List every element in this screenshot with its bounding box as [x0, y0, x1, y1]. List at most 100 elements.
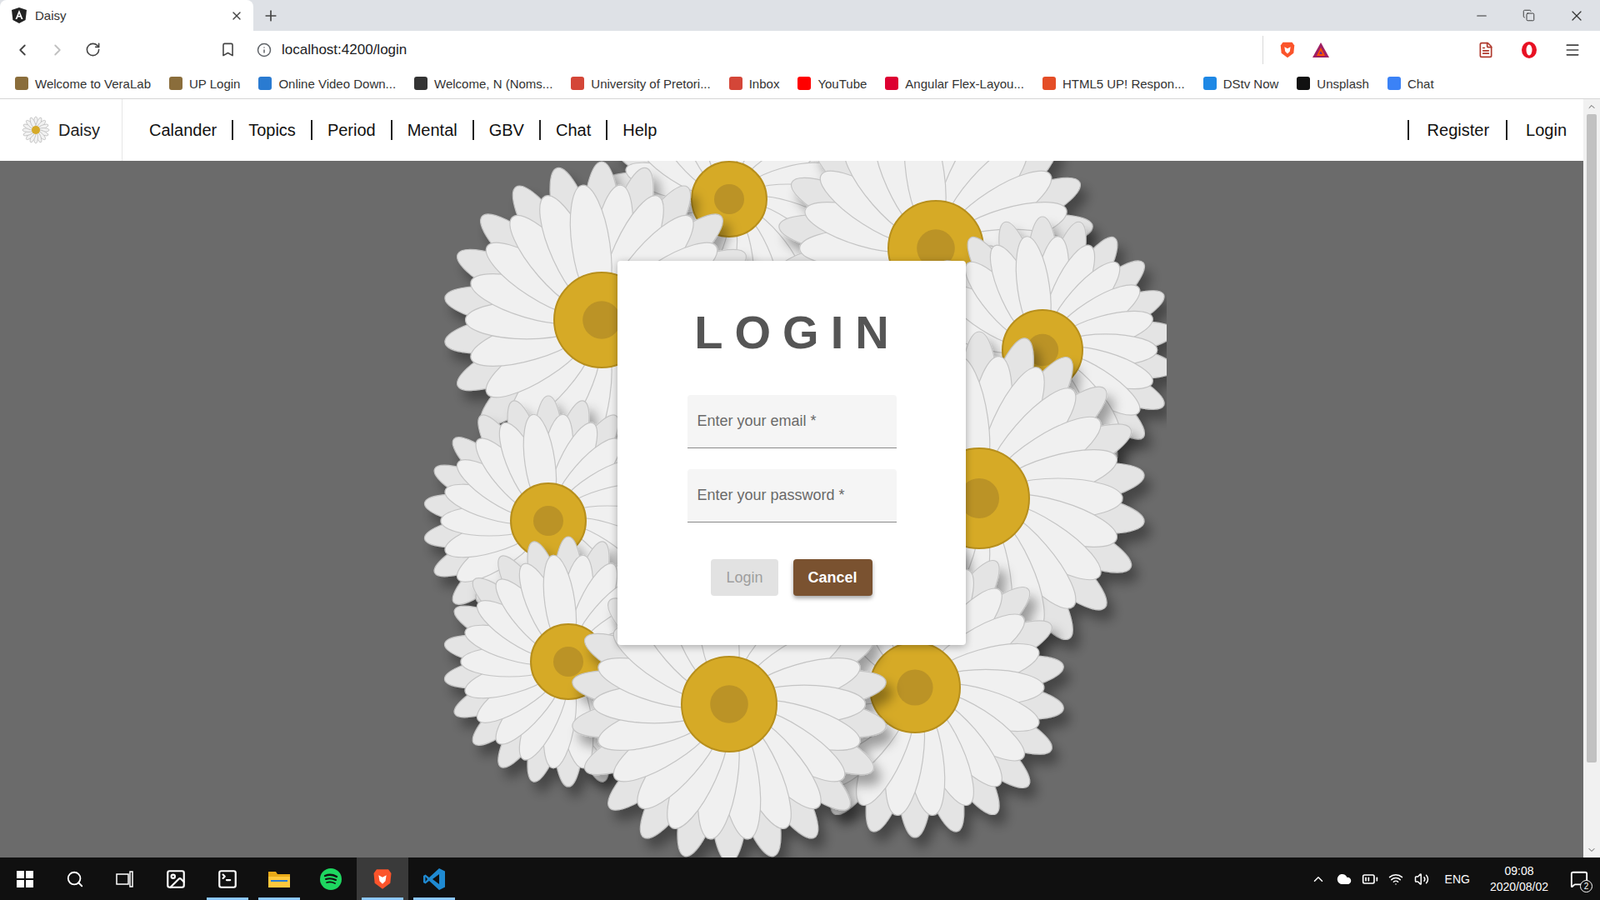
nav-link[interactable]: Calander	[134, 120, 232, 140]
bookmark-button[interactable]	[211, 35, 244, 65]
scroll-thumb[interactable]	[1586, 114, 1597, 763]
taskbar-app[interactable]	[356, 857, 409, 900]
favicon-icon	[258, 76, 272, 90]
bookmark-item[interactable]: Online Video Down...	[258, 76, 396, 91]
taskbar-app[interactable]	[253, 857, 305, 900]
brand-name: Daisy	[58, 120, 100, 140]
photos-icon	[165, 868, 187, 890]
brand[interactable]: Daisy	[0, 99, 123, 161]
search-icon	[65, 870, 85, 889]
taskbar-app[interactable]	[201, 857, 254, 900]
secondary-button: Login	[710, 559, 778, 596]
plus-icon	[262, 7, 280, 25]
bookmark-icon	[220, 41, 236, 58]
bookmark-label: Angular Flex-Layou...	[905, 76, 1025, 91]
new-tab-button[interactable]	[253, 0, 289, 31]
notification-badge: 2	[1580, 880, 1593, 893]
scroll-down-icon	[1586, 845, 1597, 855]
nav-link[interactable]: Period	[310, 120, 391, 140]
nav-link[interactable]: Topics	[231, 120, 311, 140]
favicon-icon	[797, 76, 811, 90]
opera-icon	[1520, 40, 1539, 60]
bookmark-label: Inbox	[749, 76, 780, 91]
login-stage: LOGINLoginCancel	[0, 160, 1584, 858]
battery-icon	[1361, 870, 1379, 888]
bookmark-item[interactable]: HTML5 UP! Respon...	[1042, 76, 1185, 91]
browser-tab[interactable]: Daisy	[0, 0, 254, 31]
daisy-logo-icon	[21, 115, 50, 145]
nav-links: CalanderTopicsPeriodMentalGBVChatHelp	[122, 99, 672, 161]
network[interactable]	[1383, 871, 1410, 887]
address-bar[interactable]: localhost:4200/login	[246, 35, 1264, 65]
search-button[interactable]	[50, 857, 100, 900]
bookmark-item[interactable]: DStv Now	[1203, 76, 1280, 91]
pdf-extension[interactable]	[1470, 35, 1502, 65]
bookmark-item[interactable]: University of Pretori...	[570, 76, 710, 91]
tray-overflow[interactable]	[1305, 871, 1332, 887]
email-input[interactable]	[687, 395, 897, 449]
taskbar-app[interactable]	[305, 857, 357, 900]
bookmark-item[interactable]: Chat	[1387, 76, 1435, 91]
login-fields	[687, 395, 897, 523]
bookmark-label: Welcome to VeraLab	[35, 76, 151, 91]
tab-title: Daisy	[35, 8, 222, 23]
scroll-up-icon	[1586, 101, 1597, 112]
bookmark-item[interactable]: Unsplash	[1296, 76, 1370, 91]
nav-link[interactable]: Mental	[390, 120, 473, 140]
account-link[interactable]: Login	[1505, 120, 1567, 140]
chevron-up-icon	[1310, 871, 1326, 887]
menu-button[interactable]	[1556, 35, 1589, 65]
taskbar-app[interactable]	[150, 857, 202, 900]
opera-extension[interactable]	[1513, 35, 1545, 65]
vscode-icon	[422, 867, 446, 891]
volume[interactable]	[1409, 871, 1435, 887]
scroll-down[interactable]	[1583, 842, 1600, 858]
folder-icon	[267, 869, 291, 890]
task-view-icon	[115, 870, 135, 888]
onedrive[interactable]	[1331, 871, 1358, 887]
favicon-icon	[1203, 76, 1217, 90]
bookmark-item[interactable]: YouTube	[797, 76, 867, 91]
bookmark-label: Unsplash	[1316, 76, 1370, 91]
bookmarks-bar: Welcome to VeraLab UP Login Online Video D…	[0, 68, 1600, 100]
scroll-up[interactable]	[1583, 99, 1600, 115]
notifications-button[interactable]: 2	[1558, 857, 1600, 900]
bookmark-item[interactable]: Welcome, N (Noms...	[414, 76, 553, 91]
close-window-button[interactable]	[1552, 0, 1600, 31]
minimize-button[interactable]	[1457, 0, 1505, 31]
favicon-icon	[570, 76, 585, 90]
taskbar-app[interactable]	[408, 857, 460, 900]
primary-button[interactable]: Cancel	[793, 559, 873, 596]
forward-button[interactable]	[41, 35, 74, 65]
favicon-icon	[1296, 76, 1310, 90]
favicon-icon	[885, 76, 899, 90]
restore-button[interactable]	[1505, 0, 1553, 31]
start-button[interactable]	[0, 857, 50, 900]
bookmark-label: UP Login	[189, 76, 240, 91]
bookmark-item[interactable]: Inbox	[729, 76, 780, 91]
account-links: Register Login	[1407, 99, 1584, 161]
account-link[interactable]: Register	[1407, 120, 1490, 140]
nav-link[interactable]: GBV	[472, 120, 540, 140]
page-scrollbar[interactable]	[1583, 99, 1600, 858]
nav-link[interactable]: Help	[605, 120, 672, 140]
input-language[interactable]: ENG	[1435, 872, 1480, 886]
scroll-track	[1583, 114, 1600, 843]
forward-icon	[48, 40, 67, 60]
battery[interactable]	[1357, 870, 1384, 888]
reload-button[interactable]	[76, 35, 109, 65]
angular-icon	[11, 7, 27, 24]
bookmark-item[interactable]: Angular Flex-Layou...	[885, 76, 1025, 91]
web-page: Daisy CalanderTopicsPeriodMentalGBVChatHe…	[0, 99, 1584, 858]
clock-time: 09:08	[1504, 863, 1534, 880]
bookmark-item[interactable]: Welcome to VeraLab	[15, 76, 151, 91]
password-input[interactable]	[687, 469, 897, 523]
brave-extensions	[1266, 40, 1342, 60]
back-button[interactable]	[6, 35, 39, 65]
task-view-button[interactable]	[100, 857, 150, 900]
close-tab-icon[interactable]	[230, 9, 244, 23]
clock[interactable]: 09:082020/08/02	[1480, 863, 1559, 895]
bookmark-item[interactable]: UP Login	[169, 76, 240, 91]
nav-link[interactable]: Chat	[539, 120, 606, 140]
bookmark-label: Online Video Down...	[278, 76, 396, 91]
